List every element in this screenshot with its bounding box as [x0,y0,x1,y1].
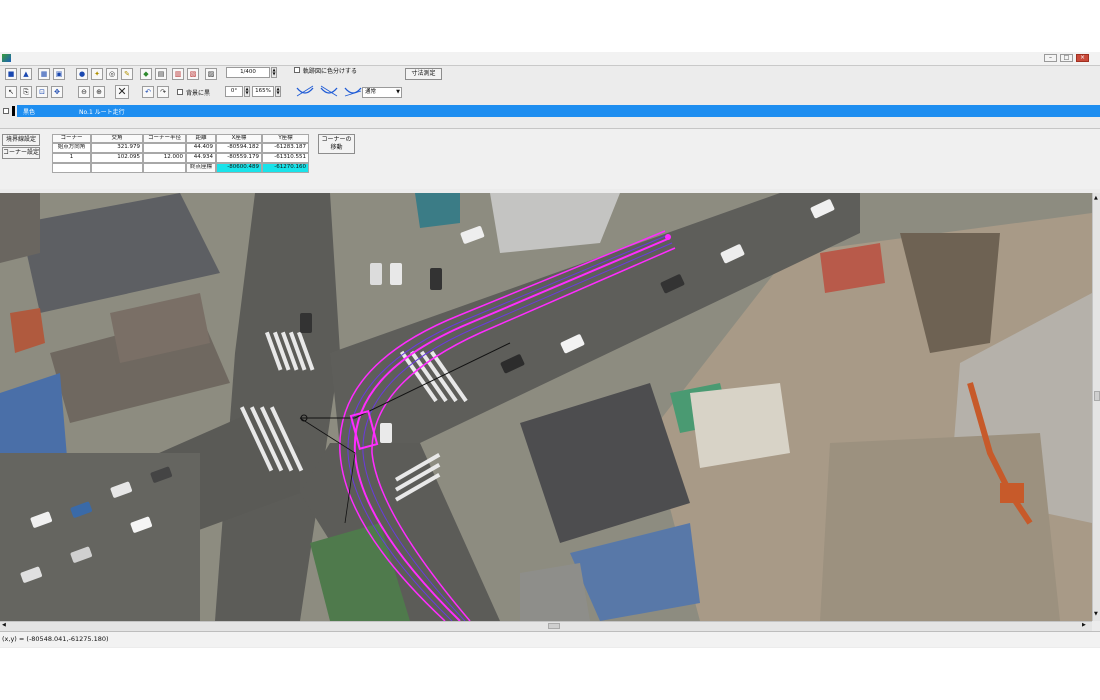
col-header-x: X座標 [216,134,262,143]
layer-bar[interactable]: 黒色 No.1 ルート走行 [17,105,1100,117]
yard-ground [820,433,1060,621]
track-color-checkbox[interactable] [294,67,300,73]
table-cell[interactable]: 44.934 [186,153,216,163]
scroll-left-icon[interactable]: ◀ [2,622,6,628]
vertical-scrollbar[interactable]: ▲ ▼ [1092,193,1100,621]
end-y-cell[interactable]: -61270.160 [262,163,309,173]
col-header-angle: 交角 [91,134,143,143]
map-canvas[interactable] [0,193,1092,621]
layer-visible-checkbox[interactable] [3,108,9,114]
vertical-scroll-thumb[interactable] [1094,391,1100,401]
zoom-spinner[interactable]: ▲ ▼ [275,86,281,97]
scroll-down-icon[interactable]: ▼ [1094,611,1098,617]
table-cell[interactable]: 44.409 [186,143,216,153]
table-cell[interactable] [143,163,186,173]
app-icon [2,54,11,62]
curve-left-icon[interactable] [296,85,314,97]
table-cell[interactable] [52,163,91,173]
zoom-window-icon[interactable]: ⊡ [36,86,48,98]
zoom-out-icon[interactable]: ⊖ [78,86,90,98]
end-point-marker[interactable] [665,234,671,240]
edit-icon[interactable]: ✎ [121,68,133,80]
redo-icon[interactable]: ↷ [157,86,169,98]
horizontal-scrollbar[interactable]: ◀ ▶ [0,621,1092,631]
preview-icon[interactable]: ▨ [205,68,217,80]
table-cell[interactable]: -80559.179 [216,153,262,163]
minimize-button[interactable]: – [1044,54,1057,62]
print-icon[interactable]: ▥ [172,68,184,80]
title-bar: – □ × [0,52,1100,66]
mode-select-value: 通常 [365,89,377,95]
col-header-radius: コーナー半径 [143,134,186,143]
import-icon[interactable]: ◆ [140,68,152,80]
image-icon[interactable]: ▣ [53,68,65,80]
car-icon[interactable]: ▲ [20,68,32,80]
coordinate-readout: (x,y) = (-80548.041,-61275.180) [2,635,109,643]
curve-both-icon[interactable] [344,87,362,97]
horizontal-scroll-thumb[interactable] [548,623,560,629]
table-cell[interactable]: -61310.551 [262,153,309,163]
chevron-down-icon: ▼ [396,89,400,95]
material-bags [690,383,790,468]
table-cell[interactable]: 102.095 [91,153,143,163]
delete-icon[interactable]: ✕ [115,85,129,99]
pan-icon[interactable]: ✥ [51,86,63,98]
parking-lot [0,453,200,621]
house-roof [0,193,40,263]
angle-spinner[interactable]: ▲ ▼ [244,86,250,97]
mode-select[interactable]: 通常 ▼ [362,87,402,98]
layer-color-name: 黒色 [23,109,36,116]
scale-field[interactable]: 1/400 [226,67,270,78]
end-point-label: 終点座標 [186,163,216,173]
person-icon[interactable]: ● [76,68,88,80]
pointer-icon[interactable]: ↖ [5,86,17,98]
layer-label: No.1 ルート走行 [79,109,125,116]
boundary-settings-button[interactable]: 境界線設定 [2,134,40,146]
scale-spinner[interactable]: ▲ ▼ [271,67,277,78]
col-header-distance: 距離 [186,134,216,143]
open-icon[interactable]: ◎ [106,68,118,80]
table-cell[interactable]: 321.979 [91,143,143,153]
move-corner-button[interactable]: コーナーの 移動 [318,134,355,154]
close-button[interactable]: × [1076,54,1089,62]
col-header-y: Y座標 [262,134,309,143]
curve-tools [296,85,362,97]
table-cell[interactable]: -80594.182 [216,143,262,153]
table-cell[interactable]: 始点方向角 [52,143,91,153]
measure-button[interactable]: 寸法測定 [405,68,442,80]
export-icon[interactable]: ▧ [187,68,199,80]
zoom-field[interactable]: 165% [252,86,274,97]
move-corner-label-1: コーナーの [321,136,352,143]
zoom-in-icon[interactable]: ⊕ [93,86,105,98]
corner-settings-button[interactable]: コーナー設定 [2,147,40,159]
status-bar: (x,y) = (-80548.041,-61275.180) [0,631,1100,647]
layer-color-swatch [12,106,15,116]
building-roof-teal [415,193,460,228]
layer-icon[interactable]: ▦ [38,68,50,80]
undo-icon[interactable]: ↶ [142,86,154,98]
track-color-label: 軌跡図に色分けする [303,68,358,75]
light-icon[interactable]: ✦ [91,68,103,80]
angle-field[interactable]: 0° [225,86,243,97]
table-cell[interactable] [91,163,143,173]
table-cell[interactable] [143,143,186,153]
curve-right-icon[interactable] [320,85,338,97]
excavator-body [1000,483,1024,503]
move-corner-label-2: 移動 [330,144,343,151]
table-cell[interactable]: 12.000 [143,153,186,163]
scroll-right-icon[interactable]: ▶ [1082,622,1086,628]
end-x-cell[interactable]: -80600.489 [216,163,262,173]
col-header-corner: コーナー [52,134,91,143]
save-icon[interactable]: ■ [5,68,17,80]
copy-icon[interactable]: ⎘ [20,86,32,98]
grid-icon[interactable]: ▤ [155,68,167,80]
table-cell[interactable]: -61283.187 [262,143,309,153]
background-label: 背景に黒 [186,90,211,97]
scroll-up-icon[interactable]: ▲ [1094,195,1098,201]
maximize-button[interactable]: □ [1060,54,1073,62]
table-cell[interactable]: 1 [52,153,91,163]
building-roof [520,563,590,621]
background-checkbox[interactable] [177,89,183,95]
